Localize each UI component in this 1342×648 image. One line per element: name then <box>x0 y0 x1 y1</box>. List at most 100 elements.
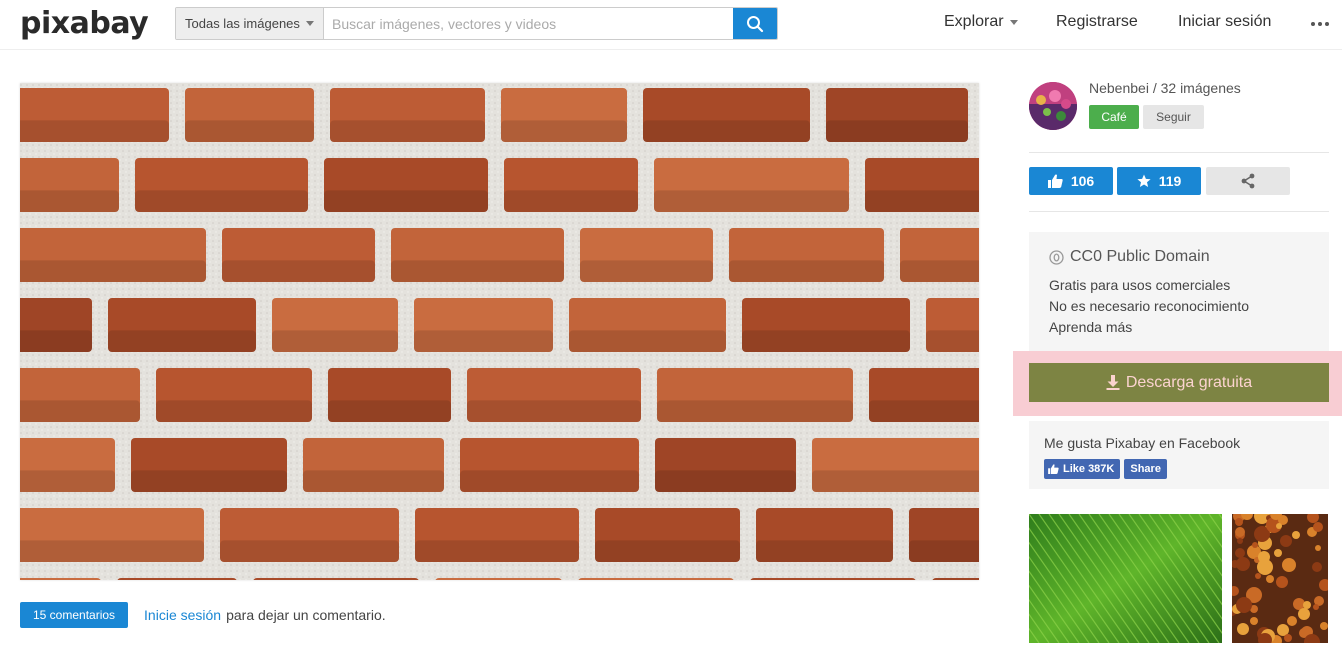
brick-shade <box>742 330 910 352</box>
brick-shade <box>324 190 488 212</box>
autumn-leaf <box>1235 548 1245 558</box>
autumn-leaf <box>1280 535 1292 547</box>
brick-shade <box>20 120 169 142</box>
download-button[interactable]: Descarga gratuita <box>1029 363 1329 402</box>
brick-shade <box>185 120 314 142</box>
brick-shade <box>20 400 140 422</box>
autumn-leaf <box>1258 551 1270 563</box>
nav-explore-label: Explorar <box>944 13 1004 30</box>
autumn-leaf <box>1298 608 1310 620</box>
more-menu-icon[interactable] <box>1311 22 1329 26</box>
thumbs-up-icon <box>1048 464 1059 474</box>
comments-row: 15 comentarios Inicie sesión para dejar … <box>20 602 386 628</box>
facebook-like-button[interactable]: Like 387K <box>1044 459 1121 479</box>
autumn-leaf <box>1312 562 1322 572</box>
user-name[interactable]: Nebenbei / 32 imágenes <box>1089 80 1241 96</box>
related-image-autumn-leaves[interactable] <box>1232 514 1328 643</box>
main-photo[interactable] <box>20 83 979 580</box>
palm-leaf-image <box>1029 514 1222 643</box>
license-panel: CC0 Public Domain Gratis para usos comer… <box>1029 232 1329 351</box>
brick-shade <box>467 400 641 422</box>
license-title-row: CC0 Public Domain <box>1049 248 1309 266</box>
follow-button[interactable]: Seguir <box>1143 105 1204 129</box>
autumn-leaf <box>1274 549 1282 557</box>
star-icon <box>1137 174 1151 187</box>
autumn-leaf <box>1250 617 1258 625</box>
brick-shade <box>20 540 204 562</box>
autumn-leaf <box>1236 557 1250 571</box>
search-bar: Todas las imágenes <box>175 7 778 40</box>
brick-wall-photo <box>20 83 979 580</box>
like-button[interactable]: 106 <box>1029 167 1113 195</box>
brick-shade <box>569 330 726 352</box>
facebook-share-button[interactable]: Share <box>1124 459 1167 479</box>
autumn-leaf <box>1320 622 1328 630</box>
brick-shade <box>20 470 115 492</box>
autumn-leaf <box>1237 623 1249 635</box>
facebook-text: Me gusta Pixabay en Facebook <box>1044 435 1241 451</box>
search-button[interactable] <box>733 8 777 39</box>
brick-shade <box>220 540 399 562</box>
brick-shade <box>909 540 979 562</box>
autumn-leaf <box>1276 523 1282 529</box>
pixabay-logo[interactable]: pixabay <box>20 6 149 41</box>
brick-shade <box>865 190 979 212</box>
facebook-buttons: Like 387K Share <box>1044 459 1314 479</box>
favorite-button[interactable]: 119 <box>1117 167 1201 195</box>
download-icon <box>1106 375 1120 390</box>
brick-shade <box>135 190 308 212</box>
license-line-commercial: Gratis para usos comerciales <box>1049 277 1231 293</box>
learn-more-link[interactable]: Aprenda más <box>1049 317 1309 338</box>
search-input[interactable] <box>324 8 733 39</box>
related-image-palm-leaf[interactable] <box>1029 514 1222 643</box>
cafe-button[interactable]: Café <box>1089 105 1139 129</box>
public-domain-icon <box>1049 249 1064 265</box>
brick-shade <box>20 260 206 282</box>
brick <box>20 578 101 580</box>
brick-shade <box>826 120 968 142</box>
brick-shade <box>654 190 849 212</box>
autumn-leaf <box>1252 542 1258 548</box>
divider <box>1029 152 1329 153</box>
like-count: 106 <box>1070 173 1095 189</box>
search-category-select[interactable]: Todas las imágenes <box>176 8 324 39</box>
share-button[interactable] <box>1206 167 1290 195</box>
autumn-leaf <box>1315 545 1321 551</box>
brick-shade <box>328 400 451 422</box>
comments-button[interactable]: 15 comentarios <box>20 602 129 628</box>
brick-shade <box>415 540 579 562</box>
nav-explore[interactable]: Explorar <box>944 13 1018 31</box>
brick-shade <box>657 400 853 422</box>
download-label: Descarga gratuita <box>1125 373 1253 391</box>
nav-login[interactable]: Iniciar sesión <box>1178 13 1271 31</box>
brick-shade <box>729 260 884 282</box>
facebook-panel: Me gusta Pixabay en Facebook Like 387K S… <box>1029 421 1329 489</box>
brick-shade <box>414 330 553 352</box>
brick-shade <box>303 470 444 492</box>
autumn-leaves-image <box>1232 514 1328 643</box>
brick-shade <box>655 470 796 492</box>
autumn-leaf <box>1282 558 1296 572</box>
thumbs-up-icon <box>1047 174 1063 188</box>
brick-shade <box>580 260 713 282</box>
brick-shade <box>330 120 485 142</box>
nav-register[interactable]: Registrarse <box>1056 13 1138 31</box>
comment-hint: para dejar un comentario. <box>226 607 386 623</box>
divider <box>1029 211 1329 212</box>
login-link[interactable]: Inicie sesión <box>144 607 221 623</box>
autumn-leaf <box>1303 601 1311 609</box>
brick <box>117 578 237 580</box>
brick-shade <box>391 260 564 282</box>
autumn-leaf <box>1284 634 1292 642</box>
share-icon <box>1241 173 1255 189</box>
avatar[interactable] <box>1029 82 1077 130</box>
brick-shade <box>926 330 979 352</box>
license-line-attribution: No es necesario reconocimiento <box>1049 298 1249 314</box>
brick <box>932 578 979 580</box>
search-category-label: Todas las imágenes <box>185 16 300 31</box>
autumn-leaf <box>1235 518 1243 526</box>
autumn-leaf <box>1235 527 1245 537</box>
brick-shade <box>869 400 979 422</box>
brick-shade <box>501 120 627 142</box>
brick-shade <box>108 330 256 352</box>
